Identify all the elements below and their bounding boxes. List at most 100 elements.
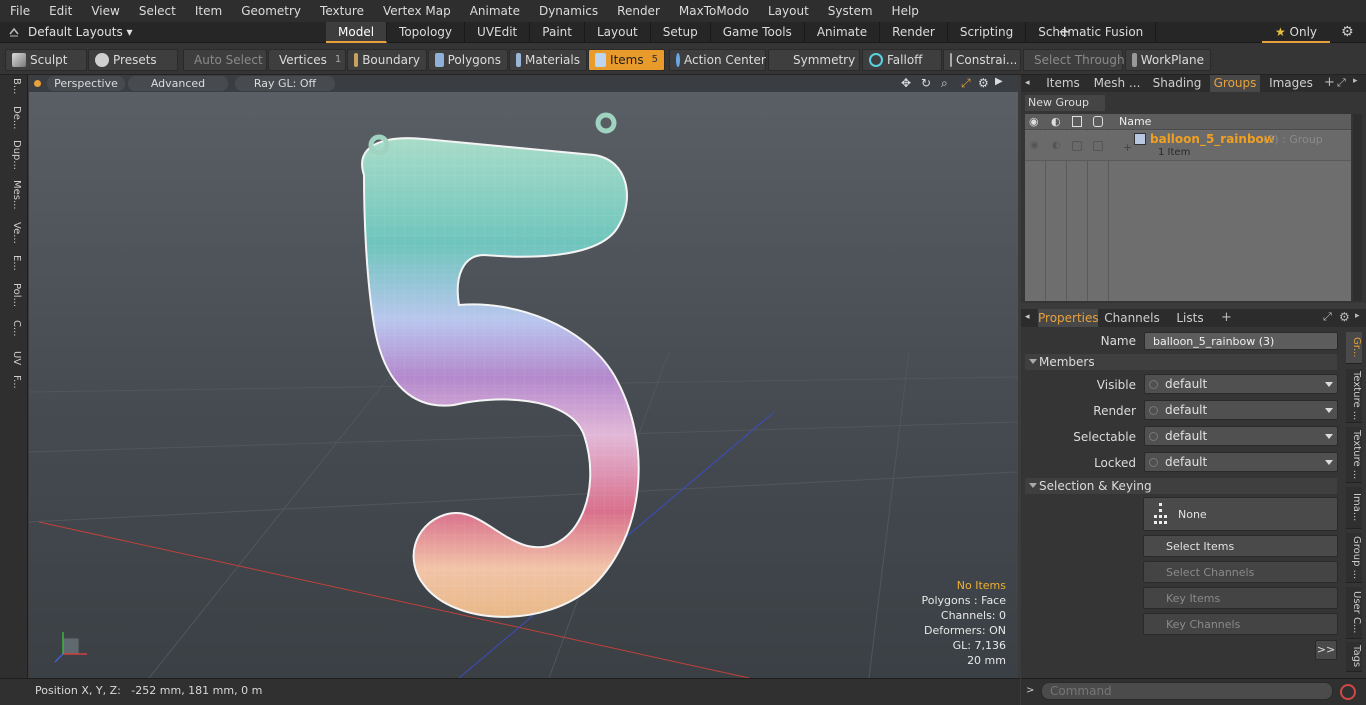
tab-game-tools[interactable]: Game Tools — [711, 22, 805, 43]
menu-maxtomodo[interactable]: MaxToModo — [669, 0, 758, 22]
raygl-toggle[interactable]: Ray GL: Off — [235, 76, 335, 91]
render-dropdown[interactable]: default — [1144, 400, 1338, 420]
expand-icon[interactable]: + — [1123, 141, 1132, 154]
panel-arrow-icon[interactable]: ▸ — [1355, 311, 1360, 321]
side-tab-4[interactable]: Group ... — [1346, 533, 1362, 583]
fit-view-icon[interactable]: ⤢ — [961, 76, 971, 91]
row-select-icon[interactable] — [1093, 141, 1103, 151]
settings-icon[interactable]: ⚙ — [1339, 310, 1350, 324]
left-tab-6[interactable]: Pol... — [4, 283, 22, 307]
group-row[interactable]: ◉ ◐ + balloon_5_rainbow (3) : Group 1 It… — [1025, 131, 1351, 161]
gear-icon[interactable]: ⚙ — [1341, 24, 1354, 40]
command-input[interactable] — [1041, 682, 1333, 700]
groups-scrollbar[interactable] — [1353, 114, 1362, 301]
workplane-button[interactable]: WorkPlane — [1125, 49, 1211, 71]
select-through-button[interactable]: Select Through — [1023, 49, 1125, 71]
menu-item[interactable]: Item — [185, 0, 231, 22]
expand-panel-icon[interactable]: ⤢ — [1337, 76, 1346, 90]
items-button[interactable]: Items 5 — [588, 49, 665, 71]
menu-system[interactable]: System — [818, 0, 882, 22]
tab-paint[interactable]: Paint — [530, 22, 585, 43]
menu-view[interactable]: View — [81, 0, 128, 22]
rotate-view-icon[interactable]: ↻ — [921, 76, 931, 90]
tab-topology[interactable]: Topology — [387, 22, 466, 43]
layout-selector[interactable]: Default Layouts ▾ — [28, 22, 133, 43]
left-tab-5[interactable]: E... — [4, 255, 22, 271]
menu-edit[interactable]: Edit — [39, 0, 81, 22]
tab-layout[interactable]: Layout — [585, 22, 651, 43]
left-tab-7[interactable]: C... — [4, 320, 22, 337]
only-button[interactable]: ★ Only — [1262, 22, 1330, 43]
panel-menu-icon[interactable]: ◂ — [1025, 312, 1030, 322]
locked-dropdown[interactable]: default — [1144, 452, 1338, 472]
vertices-button[interactable]: Vertices 1 — [268, 49, 346, 71]
menu-layout[interactable]: Layout — [758, 0, 818, 22]
side-tab-1[interactable]: Texture ... — [1346, 369, 1362, 423]
constraints-button[interactable]: Constrai... — [943, 49, 1021, 71]
menu-select[interactable]: Select — [129, 0, 185, 22]
layout-toggle-icon[interactable] — [8, 26, 20, 38]
eye-icon[interactable]: ◉ — [1029, 115, 1039, 128]
select-icon[interactable] — [1093, 116, 1103, 127]
tab-properties[interactable]: Properties — [1038, 309, 1099, 327]
auto-select-button[interactable]: Auto Select — [183, 49, 267, 71]
left-tab-3[interactable]: Mes... — [4, 180, 22, 210]
panel-menu-icon[interactable]: ◂ — [1025, 78, 1030, 88]
side-tab-3[interactable]: Ima... — [1346, 487, 1362, 529]
left-tab-4[interactable]: Ve... — [4, 222, 22, 244]
tab-mesh[interactable]: Mesh ... — [1091, 75, 1143, 92]
shading-selector[interactable]: Advanced — [128, 76, 228, 91]
name-field[interactable] — [1144, 332, 1338, 350]
view-selector[interactable]: Perspective — [47, 76, 125, 91]
symmetry-button[interactable]: Symmetry — [768, 49, 860, 71]
tab-animate[interactable]: Animate — [805, 22, 881, 43]
menu-geometry[interactable]: Geometry — [231, 0, 310, 22]
add-tab-icon[interactable]: + — [1058, 23, 1074, 41]
viewport-settings-icon[interactable]: ⚙ — [978, 76, 989, 90]
tab-images[interactable]: Images — [1263, 75, 1319, 92]
sculpt-button[interactable]: Sculpt — [5, 49, 87, 71]
viewport-expand-icon[interactable]: ▶ — [995, 76, 1003, 87]
tab-uvedit[interactable]: UVEdit — [465, 22, 531, 43]
move-view-icon[interactable]: ✥ — [901, 76, 911, 90]
left-tab-0[interactable]: B... — [4, 78, 22, 94]
group-name[interactable]: balloon_5_rainbow — [1150, 132, 1275, 146]
expand-panel-icon[interactable]: ⤢ — [1323, 310, 1332, 324]
menu-dynamics[interactable]: Dynamics — [529, 0, 607, 22]
falloff-button[interactable]: Falloff — [862, 49, 942, 71]
key-items-button[interactable]: Key Items — [1143, 587, 1338, 609]
members-section[interactable]: Members — [1025, 354, 1337, 370]
add-tab-icon[interactable]: + — [1324, 75, 1335, 90]
zoom-view-icon[interactable]: ⌕ — [941, 76, 948, 91]
tab-schematic-fusion[interactable]: Schematic Fusion — [1026, 22, 1157, 43]
key-channels-button[interactable]: Key Channels — [1143, 613, 1338, 635]
selection-keying-section[interactable]: Selection & Keying — [1025, 478, 1337, 494]
row-render-icon[interactable]: ◐ — [1052, 140, 1061, 151]
menu-vertex-map[interactable]: Vertex Map — [373, 0, 460, 22]
presets-button[interactable]: Presets — [88, 49, 178, 71]
add-tab-icon[interactable]: + — [1221, 310, 1232, 325]
side-tab-0[interactable]: Gr... — [1346, 332, 1362, 364]
viewport-menu-icon[interactable] — [34, 80, 41, 87]
left-tab-2[interactable]: Dup... — [4, 140, 22, 170]
panel-arrow-icon[interactable]: ▸ — [1353, 76, 1358, 86]
materials-button[interactable]: Materials — [509, 49, 587, 71]
row-lock-icon[interactable] — [1072, 141, 1082, 151]
visible-dropdown[interactable]: default — [1144, 374, 1338, 394]
tab-items[interactable]: Items — [1039, 75, 1087, 92]
left-tab-8[interactable]: UV — [4, 351, 22, 365]
menu-animate[interactable]: Animate — [460, 0, 529, 22]
menu-help[interactable]: Help — [882, 0, 928, 22]
lock-icon[interactable] — [1072, 116, 1082, 127]
tab-groups[interactable]: Groups — [1210, 75, 1260, 92]
menu-texture[interactable]: Texture — [310, 0, 373, 22]
left-tab-1[interactable]: De... — [4, 106, 22, 129]
row-eye-icon[interactable]: ◉ — [1030, 140, 1039, 151]
tab-model[interactable]: Model — [326, 22, 388, 43]
tab-lists[interactable]: Lists — [1166, 309, 1214, 327]
tab-shading[interactable]: Shading — [1147, 75, 1207, 92]
action-center-button[interactable]: Action Center — [669, 49, 766, 71]
render-icon[interactable]: ◐ — [1051, 115, 1061, 128]
more-button[interactable]: >> — [1315, 640, 1337, 660]
none-button[interactable]: None — [1143, 497, 1338, 531]
